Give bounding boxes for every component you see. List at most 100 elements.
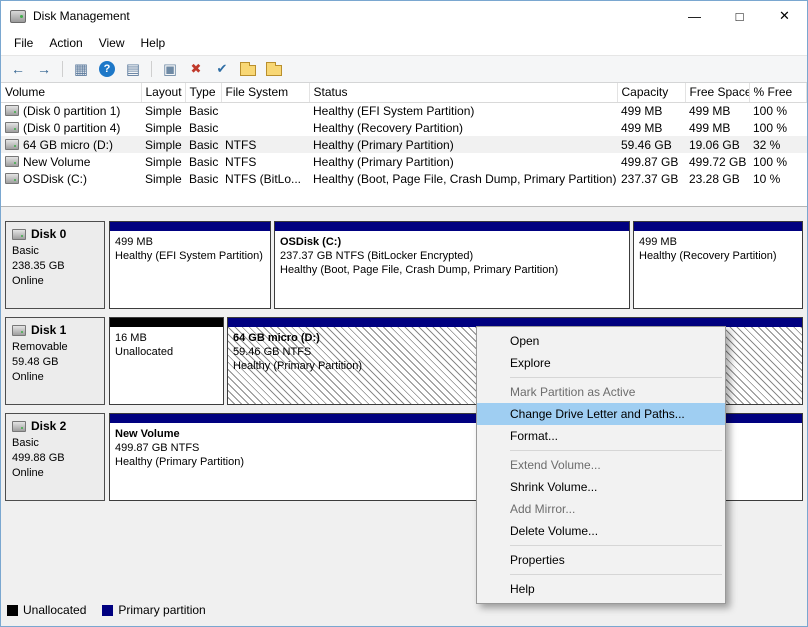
table-row[interactable]: New Volume Simple Basic NTFS Healthy (Pr… (1, 153, 807, 170)
menu-view[interactable]: View (91, 33, 133, 53)
partition-status: Healthy (Recovery Partition) (639, 250, 777, 262)
title-bar: Disk Management — □ ✕ (1, 1, 807, 31)
volume-name: (Disk 0 partition 1) (23, 103, 121, 118)
disk1-header[interactable]: Disk 1 Removable 59.48 GB Online (5, 317, 105, 405)
cell-capacity: 59.46 GB (617, 136, 685, 153)
disk0-header[interactable]: Disk 0 Basic 238.35 GB Online (5, 221, 105, 309)
close-button[interactable]: ✕ (762, 1, 807, 31)
volume-icon (5, 122, 19, 133)
col-volume[interactable]: Volume (1, 83, 142, 103)
toolbar-separator (151, 61, 152, 77)
table-row[interactable]: (Disk 0 partition 1) Simple Basic Health… (1, 102, 807, 119)
cell-capacity: 499 MB (621, 103, 663, 118)
col-layout[interactable]: Layout (141, 83, 186, 103)
cell-pct-free: 32 % (749, 136, 807, 153)
disk-status: Online (12, 371, 44, 383)
menu-action[interactable]: Action (41, 33, 90, 53)
col-file-system[interactable]: File System (221, 83, 310, 103)
check-disk-icon[interactable]: ✔ (211, 58, 233, 80)
partition-color-bar (110, 318, 223, 327)
cell-status: Healthy (Recovery Partition) (313, 120, 464, 135)
volume-icon (5, 139, 19, 150)
menu-item-help[interactable]: Help (477, 578, 725, 600)
toolbar: ← → ▦ ? ▤ ▣ ✖ ✔ (1, 55, 807, 83)
col-free-space[interactable]: Free Space (685, 83, 750, 103)
app-icon (10, 9, 26, 23)
cell-status: Healthy (Boot, Page File, Crash Dump, Pr… (313, 171, 617, 186)
disk0-partitions: 499 MB Healthy (EFI System Partition) OS… (109, 221, 803, 309)
cell-capacity: 237.37 GB (621, 171, 679, 186)
partition-color-bar (634, 222, 802, 231)
unallocated-swatch-icon (7, 604, 18, 616)
context-menu: Open Explore Mark Partition as Active Ch… (476, 326, 726, 604)
disk-management-window: Disk Management — □ ✕ File Action View H… (0, 0, 808, 627)
show-list-icon[interactable]: ▤ (122, 58, 144, 80)
partition-size: 237.37 GB NTFS (BitLocker Encrypted) (280, 250, 474, 262)
disk2-header[interactable]: Disk 2 Basic 499.88 GB Online (5, 413, 105, 501)
disk-icon (12, 421, 26, 432)
volume-icon (5, 105, 19, 117)
disk-type: Removable (12, 341, 68, 353)
menu-item-properties[interactable]: Properties (477, 549, 725, 571)
disk-icon (12, 325, 26, 336)
disk-size: 499.88 GB (12, 452, 65, 464)
disk-type: Basic (12, 437, 39, 449)
menu-help[interactable]: Help (133, 33, 174, 53)
minimize-button[interactable]: — (672, 1, 717, 31)
menu-file[interactable]: File (6, 33, 41, 53)
action-pane-icon[interactable]: ▣ (159, 58, 181, 80)
menu-item-add-mirror: Add Mirror... (510, 502, 576, 516)
legend-unallocated: Unallocated (7, 603, 86, 617)
menu-item-shrink-volume[interactable]: Shrink Volume... (477, 476, 725, 498)
partition-osdisk-c[interactable]: OSDisk (C:) 237.37 GB NTFS (BitLocker En… (274, 221, 630, 309)
delete-icon[interactable]: ✖ (185, 58, 207, 80)
volume-name: 64 GB micro (D:) (23, 137, 114, 152)
menu-item-extend-volume: Extend Volume... (510, 458, 601, 472)
cell-type: Basic (185, 136, 221, 153)
volume-name: (Disk 0 partition 4) (23, 120, 121, 135)
col-type[interactable]: Type (185, 83, 222, 103)
table-row[interactable]: (Disk 0 partition 4) Simple Basic Health… (1, 119, 807, 136)
table-row[interactable]: OSDisk (C:) Simple Basic NTFS (BitLo... … (1, 170, 807, 187)
disk-size: 59.48 GB (12, 356, 59, 368)
partition-size: 16 MB (115, 332, 147, 344)
partition-efi[interactable]: 499 MB Healthy (EFI System Partition) (109, 221, 271, 309)
help-icon[interactable]: ? (99, 61, 115, 77)
menu-separator (510, 450, 722, 451)
volume-icon (5, 173, 19, 184)
col-status[interactable]: Status (309, 83, 618, 103)
table-row-selected[interactable]: 64 GB micro (D:) Simple Basic NTFS Healt… (1, 136, 807, 153)
disk-type: Basic (12, 245, 39, 257)
cell-capacity: 499.87 GB (621, 154, 679, 169)
partition-size: 499 MB (639, 236, 677, 248)
back-icon[interactable]: ← (7, 58, 29, 80)
col-pct-free[interactable]: % Free (749, 83, 807, 103)
partition-title: OSDisk (C:) (280, 236, 342, 248)
cell-pct-free: 10 % (753, 171, 781, 186)
forward-icon[interactable]: → (33, 58, 55, 80)
legend-label: Unallocated (23, 603, 87, 617)
volume-list-pane: Volume Layout Type File System Status Ca… (1, 83, 807, 206)
menu-item-explore[interactable]: Explore (477, 352, 725, 374)
primary-partition-swatch-icon (102, 604, 114, 616)
table-header-row: Volume Layout Type File System Status Ca… (1, 83, 807, 103)
menu-item-delete-volume[interactable]: Delete Volume... (477, 520, 725, 542)
maximize-button[interactable]: □ (717, 1, 762, 31)
partition-unallocated[interactable]: 16 MB Unallocated (109, 317, 224, 405)
disk-icon (12, 229, 26, 240)
menu-item-open[interactable]: Open (477, 330, 725, 352)
cell-status: Healthy (Primary Partition) (309, 136, 617, 153)
menu-item-mark-partition-active: Mark Partition as Active (510, 385, 636, 399)
menu-separator (510, 545, 722, 546)
cell-pct-free: 100 % (753, 120, 788, 135)
col-capacity[interactable]: Capacity (617, 83, 686, 103)
folder-search-icon[interactable] (266, 62, 282, 76)
menu-separator (510, 574, 722, 575)
cell-capacity: 499 MB (621, 120, 663, 135)
folder-open-icon[interactable] (240, 62, 256, 76)
menu-item-change-drive-letter[interactable]: Change Drive Letter and Paths... (477, 403, 725, 425)
menu-item-format[interactable]: Format... (477, 425, 725, 447)
console-tree-icon[interactable]: ▦ (70, 58, 92, 80)
volume-icon (5, 156, 19, 167)
partition-recovery[interactable]: 499 MB Healthy (Recovery Partition) (633, 221, 803, 309)
